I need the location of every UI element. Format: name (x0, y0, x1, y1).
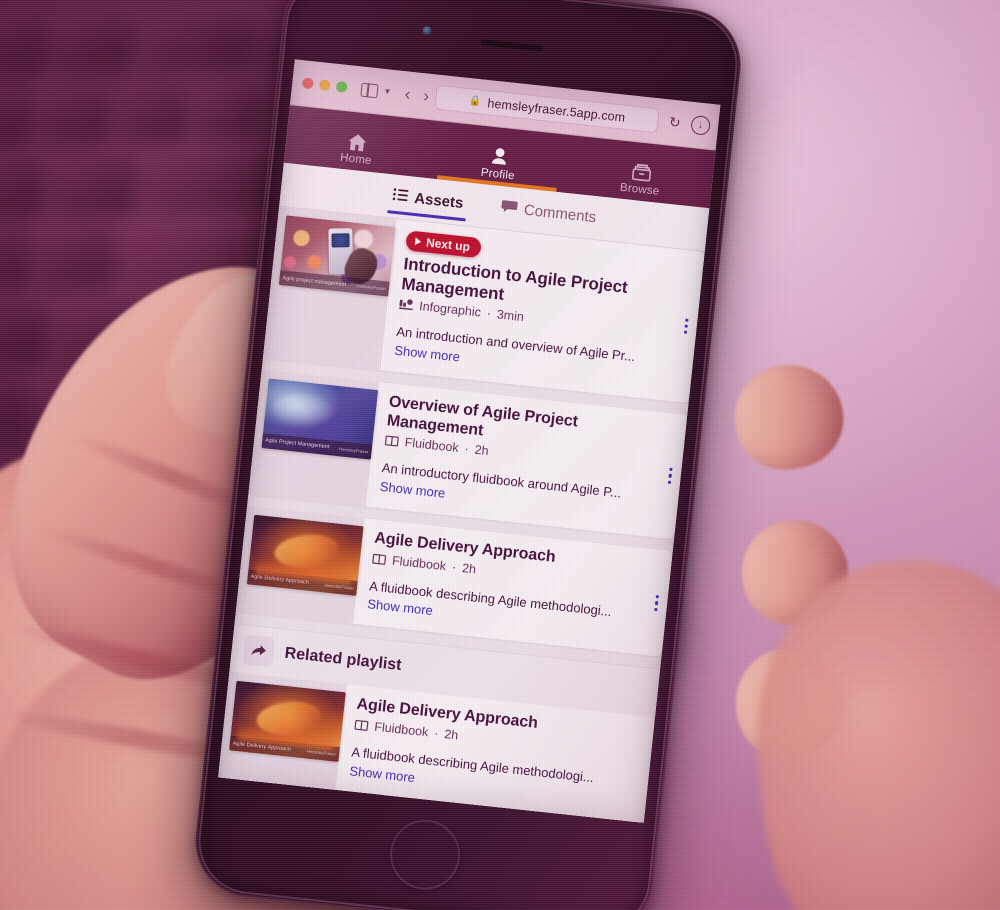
show-more-link[interactable]: Show more (367, 597, 434, 619)
meta-separator: · (451, 559, 457, 575)
close-window-button[interactable] (301, 77, 314, 90)
phone-front-camera (422, 25, 433, 36)
related-playlist-title: Related playlist (283, 645, 403, 675)
nav-item-browse-label: Browse (619, 181, 660, 198)
photo-scene: ▾ ‹ › 🔒 hemsleyfraser.5app.com ↻ ↓ Home … (0, 0, 1000, 910)
profile-icon (490, 146, 510, 168)
sidebar-toggle-button[interactable] (360, 82, 379, 98)
asset-list: Agile project management HemsleyFraser N… (218, 206, 705, 823)
reload-icon: ↻ (668, 113, 682, 131)
meta-separator: · (463, 442, 470, 457)
thumbnail-caption-bar: Agile Project Management HemsleyFraser (261, 432, 373, 460)
asset-type: Infographic (418, 299, 482, 320)
thumbnail-caption-bar: Agile Delivery Approach HemsleyFraser (246, 569, 358, 596)
thumbnail-caption: Agile Delivery Approach (250, 574, 310, 587)
thumbnail-brand: HemsleyFraser (338, 445, 369, 455)
comment-icon (500, 199, 518, 218)
sidebar-chevron-button[interactable]: ▾ (384, 86, 390, 97)
asset-duration: 3min (496, 307, 525, 325)
asset-thumbnail: Agile Delivery Approach HemsleyFraser (246, 514, 364, 596)
share-arrow-icon (242, 634, 276, 668)
window-traffic-lights[interactable] (300, 77, 348, 94)
thumbnail-brand: HemsleyFraser (306, 748, 337, 758)
forward-button[interactable]: › (422, 86, 430, 106)
kebab-menu-icon[interactable] (654, 595, 659, 611)
asset-thumbnail: Agile project management HemsleyFraser (278, 215, 396, 297)
phone-screen: ▾ ‹ › 🔒 hemsleyfraser.5app.com ↻ ↓ Home … (218, 59, 721, 823)
meta-separator: · (486, 306, 492, 321)
zoom-window-button[interactable] (335, 80, 348, 94)
asset-body: Next up Introduction to Agile Project Ma… (380, 219, 704, 403)
thumbnail-brand: HemsleyFraser (356, 283, 387, 292)
thumbnail-caption-bar: Agile Delivery Approach HemsleyFraser (229, 735, 340, 763)
tab-comments-label: Comments (523, 201, 597, 227)
thumbnail-brand: HemsleyFraser (324, 582, 355, 591)
nav-item-home-label: Home (339, 151, 373, 168)
asset-body: Overview of Agile Project Management Flu… (366, 382, 688, 540)
downloads-icon: ↓ (697, 119, 704, 132)
book-icon (354, 719, 369, 732)
tab-assets[interactable]: Assets (386, 174, 469, 225)
kebab-menu-icon[interactable] (667, 467, 673, 484)
asset-type: Fluidbook (404, 435, 460, 456)
asset-body: Agile Delivery Approach Fluidbook · 2h A… (353, 518, 673, 657)
status-badge: Next up (405, 230, 482, 259)
minimize-window-button[interactable] (318, 79, 331, 92)
asset-duration: 2h (443, 727, 459, 743)
thumbnail-caption: Agile Project Management (264, 437, 330, 451)
sidebar-icon (360, 82, 379, 98)
thumbnail-caption: Agile project management (282, 274, 347, 288)
play-icon (414, 237, 422, 246)
back-button[interactable]: ‹ (404, 84, 412, 104)
asset-type: Fluidbook (373, 719, 430, 740)
chevron-down-icon: ▾ (384, 86, 391, 98)
home-button[interactable] (387, 816, 464, 893)
show-more-link[interactable]: Show more (379, 479, 446, 501)
asset-thumbnail: Agile Delivery Approach HemsleyFraser (229, 681, 346, 763)
home-icon (347, 133, 369, 153)
address-bar-url: hemsleyfraser.5app.com (486, 95, 626, 125)
asset-duration: 2h (461, 560, 477, 577)
thumbnail-caption: Agile Delivery Approach (232, 740, 292, 753)
show-more-link[interactable]: Show more (394, 342, 461, 364)
tab-assets-label: Assets (413, 189, 465, 213)
phone-earpiece (480, 39, 543, 52)
asset-thumbnail: Agile Project Management HemsleyFraser (261, 378, 379, 460)
reload-button[interactable]: ↻ (664, 112, 685, 133)
phone-device: ▾ ‹ › 🔒 hemsleyfraser.5app.com ↻ ↓ Home … (189, 0, 747, 910)
asset-thumbnail-column: Agile Delivery Approach HemsleyFraser (235, 505, 365, 625)
asset-thumbnail-column: Agile Project Management HemsleyFraser (248, 369, 380, 507)
list-icon (392, 188, 409, 206)
kebab-menu-icon[interactable] (683, 318, 689, 335)
asset-thumbnail-column: Agile project management HemsleyFraser (263, 206, 397, 370)
downloads-button[interactable]: ↓ (690, 114, 712, 136)
nav-item-profile-label: Profile (480, 166, 516, 183)
show-more-link[interactable]: Show more (349, 763, 416, 785)
asset-type: Fluidbook (391, 553, 447, 574)
infographic-icon (399, 298, 414, 311)
book-icon (384, 435, 399, 448)
lock-icon: 🔒 (468, 95, 483, 108)
browse-icon (630, 162, 654, 183)
asset-duration: 2h (473, 443, 490, 459)
status-badge-label: Next up (425, 235, 471, 254)
book-icon (372, 552, 387, 565)
asset-thumbnail-column: Agile Delivery Approach HemsleyFraser (218, 672, 347, 791)
meta-separator: · (433, 726, 440, 741)
